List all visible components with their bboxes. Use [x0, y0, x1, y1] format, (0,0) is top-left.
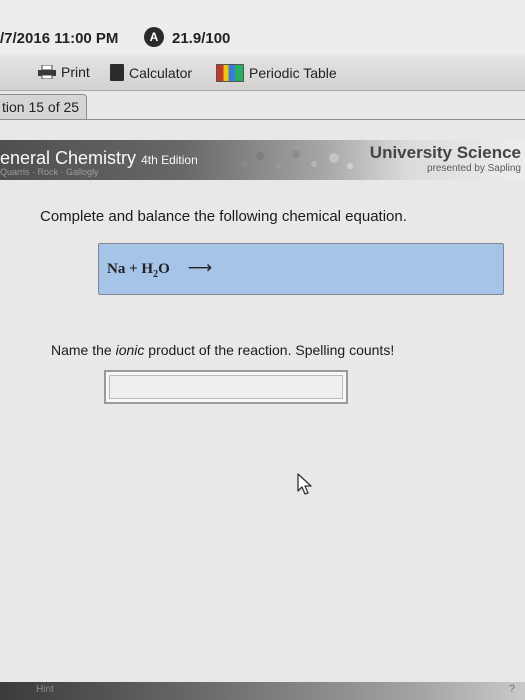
answer-prompt-start: Name the: [51, 342, 116, 358]
answer-input[interactable]: [104, 370, 348, 404]
publisher-subtitle: presented by Sapling: [427, 163, 521, 174]
due-datetime: /7/2016 11:00 PM: [0, 30, 119, 47]
answer-prompt-emphasis: ionic: [115, 342, 145, 358]
equation-reactants: Na + H: [107, 261, 154, 277]
chemical-equation: Na + H2O ⟶: [107, 258, 212, 280]
periodic-table-button[interactable]: Periodic Table: [216, 64, 337, 82]
calculator-button[interactable]: Calculator: [110, 64, 192, 81]
equation-tail: O: [158, 261, 170, 277]
mouse-cursor-icon: [297, 473, 312, 495]
book-edition: 4th Edition: [141, 153, 198, 167]
question-prompt: Complete and balance the following chemi…: [40, 208, 407, 225]
score-badge-icon: A: [144, 27, 164, 47]
hint-button[interactable]: Hint: [36, 684, 54, 695]
answer-prompt-end: product of the reaction. Spelling counts…: [144, 342, 395, 358]
publisher-name: University Science: [369, 143, 521, 162]
book-title-text: eneral Chemistry: [0, 148, 137, 168]
toolbar: Print Calculator Periodic Table: [0, 56, 525, 91]
answer-prompt: Name the ionic product of the reaction. …: [51, 342, 394, 358]
tab-divider: [0, 119, 525, 120]
bottom-bar: Hint ?: [0, 682, 525, 700]
calculator-label: Calculator: [129, 64, 193, 81]
textbook-banner: eneral Chemistry 4th Edition Quarris · R…: [0, 140, 525, 180]
equation-box: Na + H2O ⟶: [98, 243, 504, 295]
print-label: Print: [61, 64, 90, 80]
help-icon[interactable]: ?: [509, 683, 515, 695]
print-button[interactable]: Print: [38, 64, 90, 80]
question-number-tab[interactable]: tion 15 of 25: [0, 94, 87, 120]
periodic-table-icon: [216, 64, 244, 82]
score-value: 21.9/100: [172, 30, 231, 47]
book-authors: Quarris · Rock · Gallogly: [0, 167, 99, 177]
book-title: eneral Chemistry 4th Edition: [0, 148, 198, 169]
calculator-icon: [110, 64, 124, 81]
status-bar: /7/2016 11:00 PM A 21.9/100: [0, 0, 525, 54]
printer-icon: [38, 64, 56, 80]
molecule-decoration: [241, 150, 353, 169]
reaction-arrow-icon: ⟶: [187, 258, 213, 278]
periodic-table-label: Periodic Table: [249, 65, 337, 81]
